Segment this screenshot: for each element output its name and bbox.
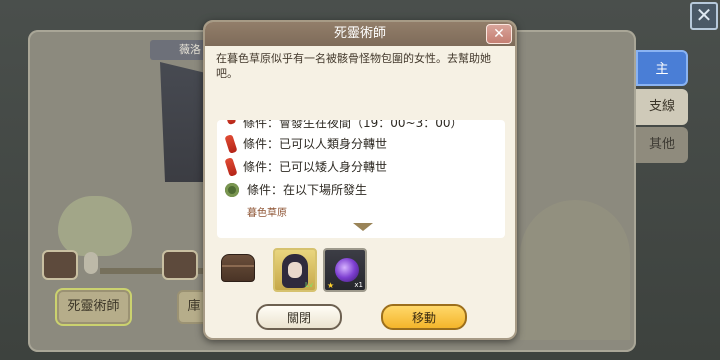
quest-detail-dialog: 死靈術師 ✕ 在暮色草原似乎有一名被骸骨怪物包圍的女性。去幫助她吧。 條件：會發… — [203, 20, 517, 340]
red-potion-icon — [225, 120, 237, 125]
condition-text: 條件：會發生在夜間（19：00~3：00） — [243, 120, 463, 130]
condition-row: 條件：已可以人類身分轉世 — [224, 134, 388, 154]
red-potion-icon — [224, 134, 238, 154]
close-screen-icon[interactable]: ✕ — [690, 2, 718, 30]
dialog-title: 死靈術師 — [333, 26, 386, 41]
condition-text: 條件：在以下場所發生 — [247, 183, 368, 197]
dialog-header: 死靈術師 ✕ — [205, 22, 515, 46]
tab-main[interactable]: 主 — [636, 50, 688, 86]
map-chest-icon — [162, 250, 198, 280]
character-face — [288, 262, 302, 278]
star-icon: ★ — [327, 281, 335, 290]
condition-text: 條件：已可以矮人身分轉世 — [243, 160, 388, 174]
reward-orb-card[interactable]: ★ x1 — [323, 248, 367, 292]
magic-orb-icon — [335, 258, 359, 282]
hills-illustration — [520, 200, 630, 340]
red-potion-icon — [224, 157, 238, 177]
map-chest-icon — [42, 250, 78, 280]
tree-illustration — [58, 196, 132, 256]
tab-other[interactable]: 其他 — [636, 127, 688, 163]
card-level-badge: Lv — [304, 281, 313, 289]
treasure-chest-icon — [221, 254, 255, 282]
chevron-down-icon[interactable] — [353, 223, 373, 231]
conditions-list[interactable]: 條件：會發生在夜間（19：00~3：00） 條件：已可以人類身分轉世 條件：已可… — [217, 120, 505, 238]
dialog-close-icon[interactable]: ✕ — [486, 24, 512, 44]
condition-text: 條件：已可以人類身分轉世 — [243, 137, 388, 151]
move-button[interactable]: 移動 — [381, 304, 467, 330]
location-name: 暮色草原 — [247, 208, 287, 219]
card-count-badge: x1 — [354, 281, 363, 289]
close-button[interactable]: 關閉 — [256, 304, 342, 330]
quest-description: 在暮色草原似乎有一名被骸骨怪物包圍的女性。去幫助她吧。 — [216, 52, 491, 80]
map-creature — [84, 252, 98, 274]
leaf-map-icon — [225, 183, 239, 197]
quest-node-necromancer[interactable]: 死靈術師 — [57, 290, 130, 324]
condition-row: 條件：會發生在夜間（19：00~3：00） — [225, 120, 463, 132]
condition-row: 條件：已可以矮人身分轉世 — [224, 157, 388, 177]
condition-row: 條件：在以下場所發生 — [225, 181, 367, 199]
tab-side-quest[interactable]: 支線 — [636, 89, 688, 125]
reward-character-card[interactable]: Lv — [273, 248, 317, 292]
